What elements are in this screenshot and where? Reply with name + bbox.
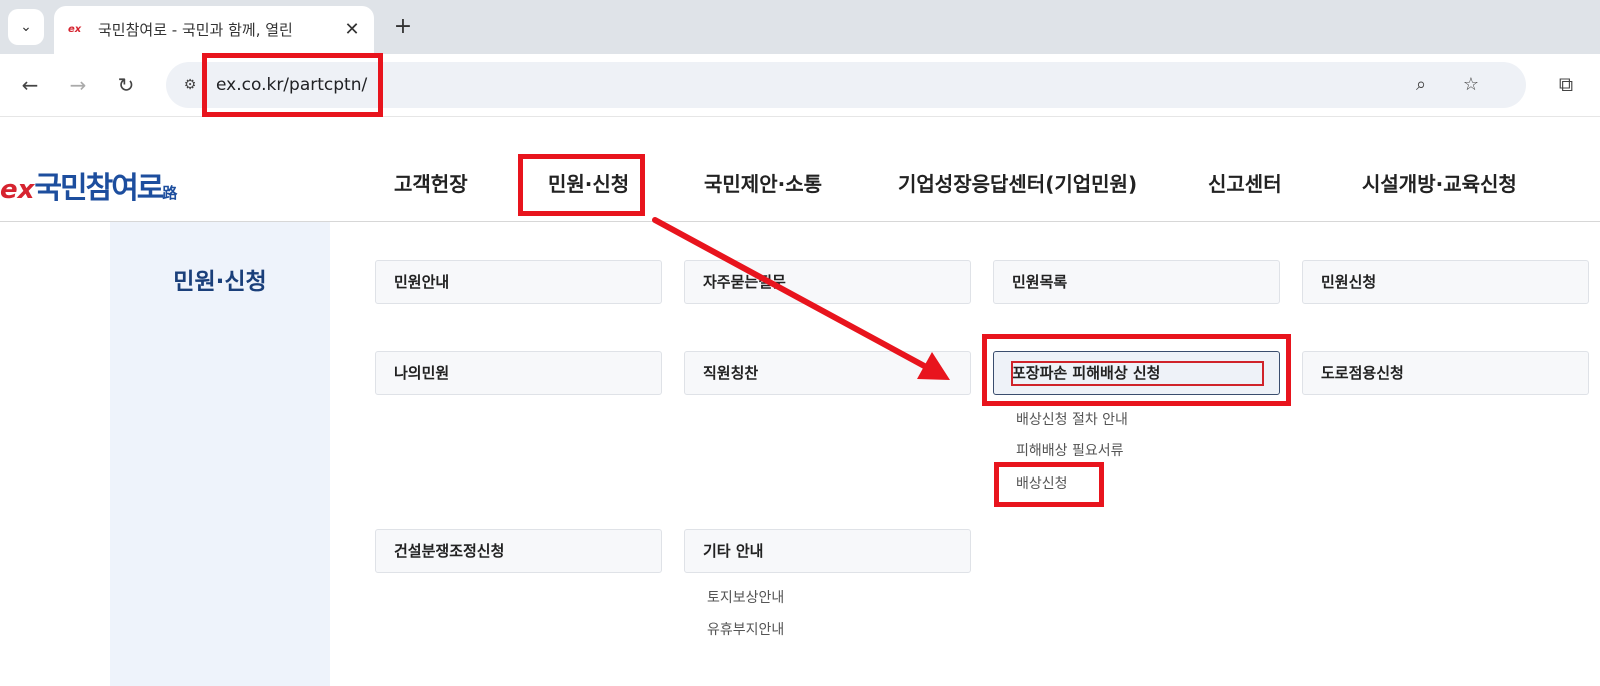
new-tab-button[interactable]: + (388, 12, 418, 42)
logo-ex: ex (0, 175, 35, 205)
star-icon[interactable]: ☆ (1458, 72, 1484, 98)
forward-icon[interactable]: → (62, 69, 94, 101)
sidebar: 민원·신청 (110, 222, 330, 686)
url-text[interactable]: ex.co.kr/partcptn/ (216, 72, 367, 98)
menu-label: 기타 안내 (703, 542, 764, 560)
tab-search-button[interactable]: ⌄ (8, 9, 44, 45)
sub-item-documents[interactable]: 피해배상 필요서류 (1016, 441, 1124, 461)
menu-other[interactable]: 기타 안내 (684, 529, 971, 573)
reload-icon[interactable]: ↻ (110, 69, 142, 101)
address-bar[interactable]: ⚙ ex.co.kr/partcptn/ ⌕ ☆ (166, 62, 1526, 108)
gnb-item-charter[interactable]: 고객헌장 (394, 169, 468, 199)
browser-toolbar: ← → ↻ ⚙ ex.co.kr/partcptn/ ⌕ ☆ ⧉ (0, 54, 1600, 117)
menu-minwon-guide[interactable]: 민원안내 (375, 260, 662, 304)
gnb-item-facility[interactable]: 시설개방·교육신청 (1362, 169, 1517, 199)
menu-staff-praise[interactable]: 직원칭찬 (684, 351, 971, 395)
site-info-icon[interactable]: ⚙ (178, 74, 202, 96)
sub-item-land[interactable]: 토지보상안내 (707, 588, 784, 608)
close-icon[interactable]: ✕ (340, 18, 364, 42)
gnb-item-proposal[interactable]: 국민제안·소통 (704, 169, 822, 199)
menu-label: 건설분쟁조정신청 (394, 542, 505, 560)
menu-label: 민원목록 (1012, 273, 1068, 291)
menu-minwon-apply[interactable]: 민원신청 (1302, 260, 1589, 304)
browser-tab[interactable]: ex 국민참여로 - 국민과 함께, 열린 ✕ (54, 6, 374, 54)
menu-label: 나의민원 (394, 364, 450, 382)
logo-main: 국민참여로 (34, 171, 164, 206)
site-logo[interactable]: ex국민참여로路 (0, 163, 178, 206)
menu-construction[interactable]: 건설분쟁조정신청 (375, 529, 662, 573)
sidebar-title: 민원·신청 (173, 269, 267, 295)
menu-label: 자주묻는질문 (703, 273, 786, 291)
menu-minwon-list[interactable]: 민원목록 (993, 260, 1280, 304)
menu-my-minwon[interactable]: 나의민원 (375, 351, 662, 395)
browser-tab-strip: ⌄ ex 국민참여로 - 국민과 함께, 열린 ✕ + (0, 0, 1600, 54)
menu-faq[interactable]: 자주묻는질문 (684, 260, 971, 304)
favicon-icon: ex (68, 24, 82, 35)
menu-pavement-damage[interactable]: 포장파손 피해배상 신청 (993, 351, 1280, 395)
chevron-down-icon: ⌄ (20, 19, 32, 35)
zoom-icon[interactable]: ⌕ (1408, 72, 1434, 98)
tab-title: 국민참여로 - 국민과 함께, 열린 (98, 21, 293, 39)
gnb-item-minwon[interactable]: 민원·신청 (548, 169, 629, 199)
back-icon[interactable]: ← (14, 69, 46, 101)
extensions-icon[interactable]: ⧉ (1552, 70, 1580, 98)
gnb-item-business[interactable]: 기업성장응답센터(기업민원) (898, 169, 1137, 199)
menu-label: 직원칭찬 (703, 364, 759, 382)
sub-item-idle-land[interactable]: 유휴부지안내 (707, 620, 784, 640)
sub-item-apply[interactable]: 배상신청 (1016, 474, 1068, 494)
menu-label: 민원안내 (394, 273, 450, 291)
sub-item-procedure[interactable]: 배상신청 절차 안내 (1016, 410, 1128, 430)
logo-road: 路 (162, 184, 178, 202)
gnb-item-report[interactable]: 신고센터 (1208, 169, 1282, 199)
menu-label: 도로점용신청 (1321, 364, 1404, 382)
menu-road-use[interactable]: 도로점용신청 (1302, 351, 1589, 395)
menu-label: 포장파손 피해배상 신청 (1012, 364, 1161, 382)
menu-label: 민원신청 (1321, 273, 1377, 291)
site-header: ex국민참여로路 고객헌장 민원·신청 국민제안·소통 기업성장응답센터(기업민… (0, 117, 1600, 222)
